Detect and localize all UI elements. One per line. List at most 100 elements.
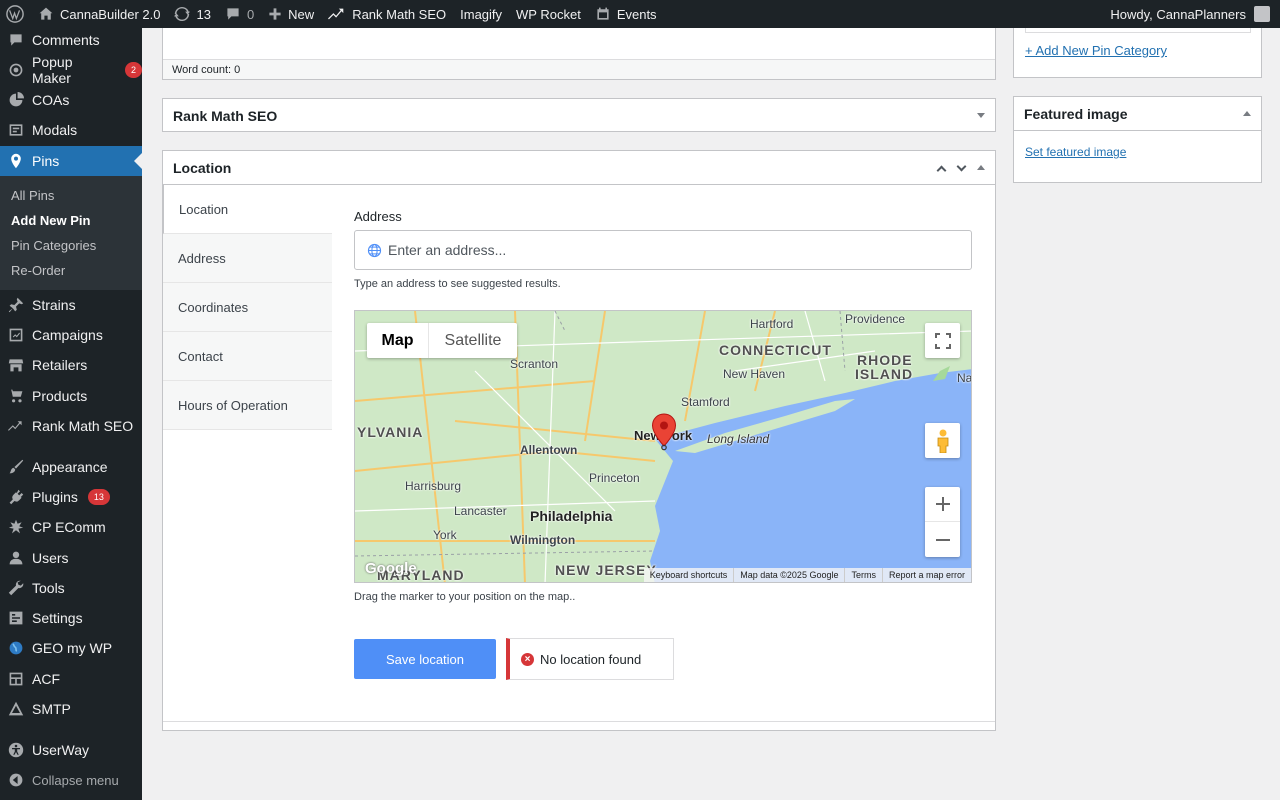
menu-comments[interactable]: Comments (0, 25, 142, 55)
menu-users[interactable]: Users (0, 543, 142, 573)
add-new-pin-category-link[interactable]: + Add New Pin Category (1025, 43, 1167, 58)
map-label-wilmington: Wilmington (510, 533, 576, 547)
street-view-button[interactable] (925, 423, 960, 458)
menu-smtp[interactable]: SMTP (0, 694, 142, 724)
tab-address[interactable]: Address (163, 234, 332, 283)
menu-settings[interactable]: Settings (0, 603, 142, 633)
user-icon (8, 550, 24, 566)
menu-label: Tools (32, 580, 65, 596)
store-icon (8, 357, 24, 373)
move-down-icon[interactable] (956, 161, 967, 172)
menu-appearance[interactable]: Appearance (0, 452, 142, 482)
menu-pins[interactable]: Pins (0, 146, 142, 176)
google-logo: Google (365, 560, 417, 577)
menu-label: UserWay (32, 742, 90, 758)
rank-math-label: Rank Math SEO (352, 6, 447, 22)
rankmath-icon (328, 8, 344, 20)
menu-rank-math-seo[interactable]: Rank Math SEO (0, 411, 142, 441)
featured-image-title[interactable]: Featured image (1024, 106, 1127, 122)
updates-count: 13 (196, 6, 211, 22)
map-label-new-jersey: NEW JERSEY (555, 562, 657, 578)
map-label-connecticut: CONNECTICUT (719, 342, 832, 358)
rank-math-menu[interactable]: Rank Math SEO (321, 0, 453, 28)
events-menu[interactable]: Events (588, 0, 664, 28)
howdy-user[interactable]: Howdy, CannaPlanners (1110, 7, 1246, 22)
rank-math-seo-box: Rank Math SEO (162, 98, 996, 132)
collapse-icon (8, 772, 24, 788)
map-type-map-button[interactable]: Map (367, 323, 429, 358)
tab-contact[interactable]: Contact (163, 332, 332, 381)
menu-label: SMTP (32, 701, 71, 717)
menu-userway[interactable]: UserWay (0, 735, 142, 765)
comments-menu[interactable]: 0 (218, 0, 261, 28)
address-field[interactable] (354, 230, 972, 270)
menu-label: Comments (32, 32, 100, 48)
terms-link[interactable]: Terms (844, 568, 882, 582)
address-input[interactable] (388, 242, 948, 258)
wp-rocket-menu[interactable]: WP Rocket (509, 0, 588, 28)
tab-location[interactable]: Location (163, 185, 332, 234)
fullscreen-button[interactable] (925, 323, 960, 358)
calendar-icon (597, 7, 609, 20)
brush-icon (8, 459, 24, 475)
zoom-out-button[interactable] (925, 522, 960, 557)
new-content-menu[interactable]: New (261, 0, 321, 28)
site-name-menu[interactable]: CannaBuilder 2.0 (31, 0, 167, 28)
no-location-notice: × No location found (506, 638, 674, 680)
location-box-header: Location (163, 151, 995, 185)
menu-tools[interactable]: Tools (0, 573, 142, 603)
map-label-island: ISLAND (855, 366, 914, 382)
menu-campaigns[interactable]: Campaigns (0, 320, 142, 350)
rankmath-icon (8, 418, 24, 434)
report-map-error-link[interactable]: Report a map error (881, 568, 971, 582)
chart-icon (8, 327, 24, 343)
tab-coordinates[interactable]: Coordinates (163, 283, 332, 332)
submenu-re-order[interactable]: Re-Order (11, 263, 65, 278)
menu-popup-maker[interactable]: Popup Maker 2 (0, 54, 142, 86)
map-label-lancaster: Lancaster (454, 504, 507, 518)
updates-menu[interactable]: 13 (167, 0, 217, 28)
save-location-button[interactable]: Save location (354, 639, 496, 679)
menu-strains[interactable]: Strains (0, 290, 142, 320)
map-type-satellite-button[interactable]: Satellite (429, 323, 517, 358)
set-featured-image-link[interactable]: Set featured image (1025, 145, 1126, 159)
submenu-pin-categories[interactable]: Pin Categories (11, 238, 96, 253)
globe-icon (8, 640, 24, 656)
imagify-label: Imagify (460, 6, 503, 22)
menu-label: Pins (32, 153, 60, 169)
avatar[interactable] (1254, 6, 1270, 22)
map-label-providence: Providence (845, 312, 906, 326)
admin-sidebar: Comments Popup Maker 2 COAs Modals Pins … (0, 28, 142, 800)
menu-retailers[interactable]: Retailers (0, 350, 142, 380)
submenu-all-pins[interactable]: All Pins (11, 188, 54, 203)
tab-hours-of-operation[interactable]: Hours of Operation (163, 381, 332, 430)
wordpress-logo-menu[interactable] (0, 0, 31, 28)
menu-coas[interactable]: COAs (0, 85, 142, 115)
menu-acf[interactable]: ACF (0, 664, 142, 694)
map-marker-icon[interactable] (651, 413, 677, 451)
toggle-up-icon[interactable] (1243, 111, 1251, 116)
map-type-control: Map Satellite (367, 323, 517, 358)
toggle-down-icon[interactable] (977, 113, 985, 118)
menu-label: Appearance (32, 459, 108, 475)
menu-modals[interactable]: Modals (0, 115, 142, 145)
zoom-in-button[interactable] (925, 487, 960, 522)
menu-products[interactable]: Products (0, 381, 142, 411)
modal-icon (8, 122, 24, 138)
google-map[interactable]: Hartford Providence CONNECTICUT RHODE IS… (354, 310, 972, 583)
menu-plugins[interactable]: Plugins 13 (0, 482, 142, 512)
menu-cp-ecomm[interactable]: CP EComm (0, 512, 142, 542)
toggle-up-icon[interactable] (977, 165, 985, 170)
admin-bar: CannaBuilder 2.0 13 0 New Rank Math SEO … (0, 0, 1280, 28)
rank-math-box-title[interactable]: Rank Math SEO (173, 108, 277, 124)
submenu-add-new-pin[interactable]: Add New Pin (11, 213, 90, 228)
acf-icon (8, 671, 24, 687)
keyboard-shortcuts-link[interactable]: Keyboard shortcuts (644, 568, 734, 582)
plus-icon (269, 8, 281, 20)
menu-geo-my-wp[interactable]: GEO my WP (0, 633, 142, 663)
map-label-hartford: Hartford (750, 317, 794, 331)
move-up-icon[interactable] (936, 165, 947, 176)
collapse-menu-button[interactable]: Collapse menu (0, 765, 142, 795)
imagify-menu[interactable]: Imagify (453, 0, 509, 28)
location-box-title[interactable]: Location (173, 160, 231, 176)
